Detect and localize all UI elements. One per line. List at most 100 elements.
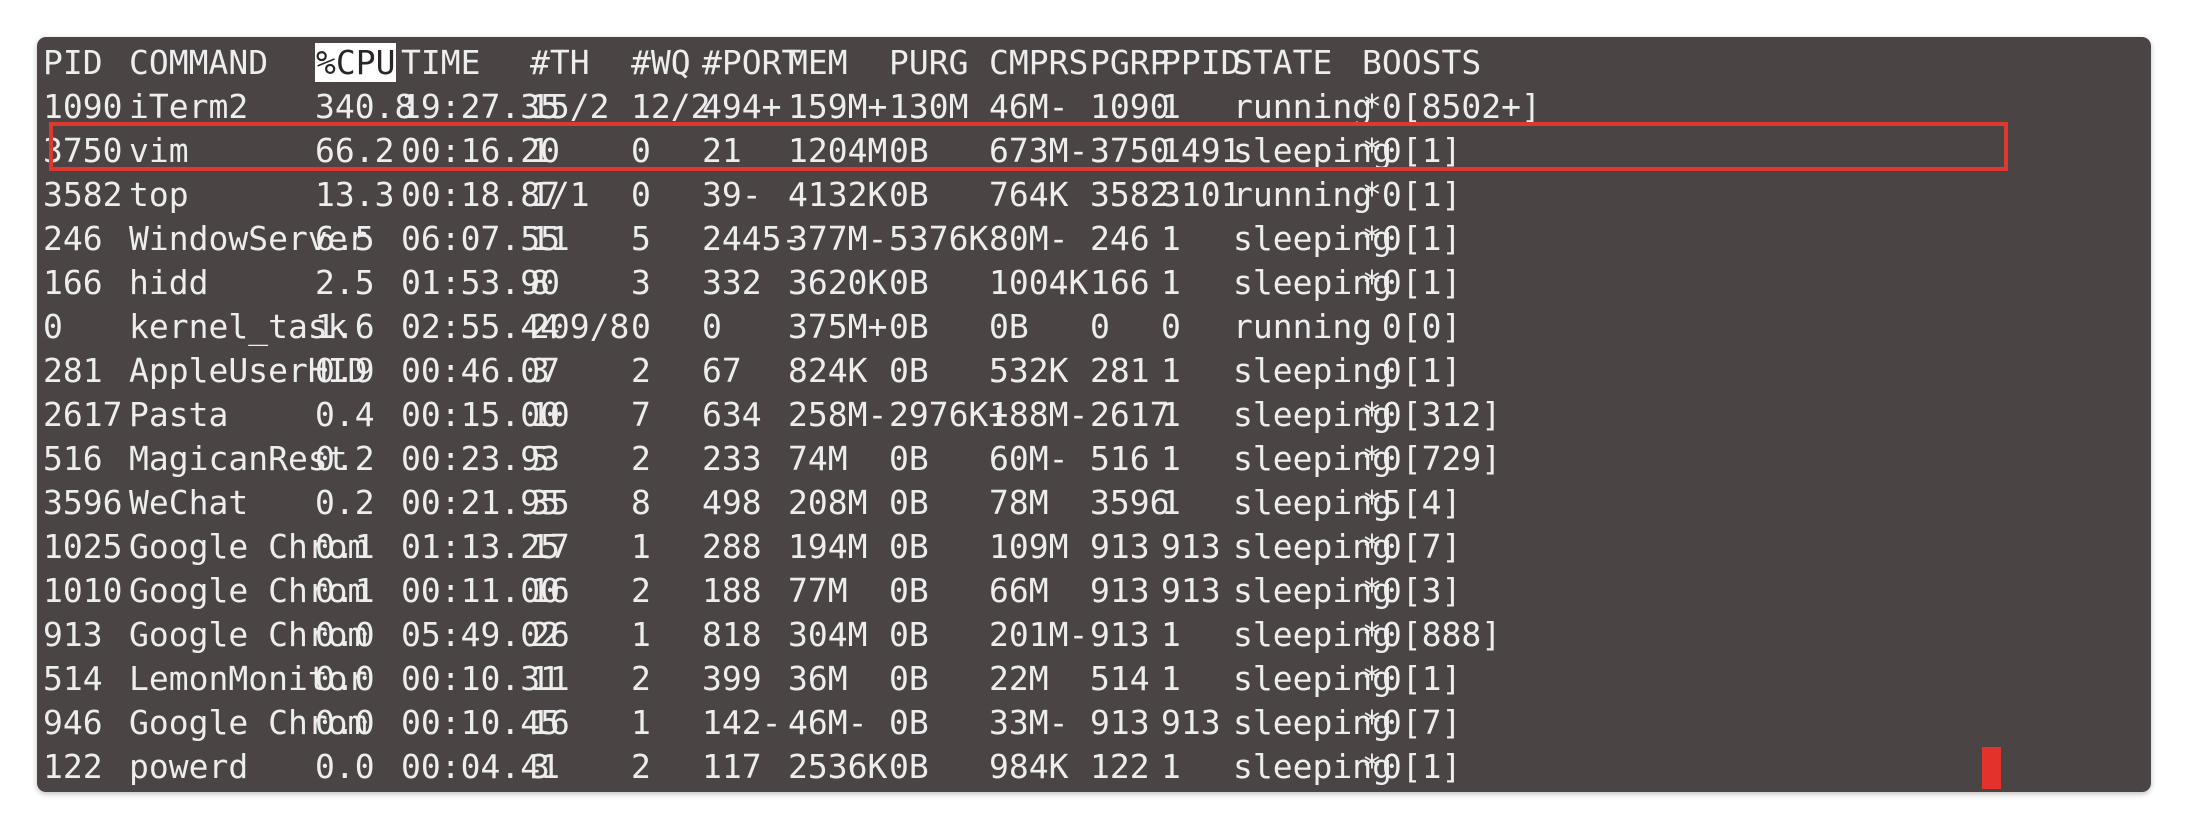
cell-wq: 1 bbox=[631, 527, 651, 566]
cell-ports: 233 bbox=[702, 439, 762, 478]
cell-boosts: *0[888] bbox=[1362, 615, 1502, 654]
cell-threads: 8 bbox=[530, 263, 550, 302]
cell-cpu: 0.0 bbox=[315, 703, 375, 742]
cell-purg: 0B bbox=[889, 175, 929, 214]
cell-purg: 130M bbox=[889, 87, 969, 126]
column-header-ports: #PORT bbox=[702, 43, 802, 82]
cell-purg: 0B bbox=[889, 527, 929, 566]
cell-boosts: *0[7] bbox=[1362, 703, 1462, 742]
cell-boosts: *0[7] bbox=[1362, 527, 1462, 566]
cell-mem: 74M bbox=[788, 439, 848, 478]
cell-pgrp: 281 bbox=[1090, 351, 1150, 390]
cell-cmprs: 532K bbox=[989, 351, 1069, 390]
column-header-pid: PID bbox=[43, 43, 103, 82]
cell-pgrp: 913 bbox=[1090, 615, 1150, 654]
cell-command: vim bbox=[129, 131, 189, 170]
cell-mem: 258M- bbox=[788, 395, 888, 434]
cell-pid: 3582 bbox=[43, 175, 123, 214]
terminal-window[interactable]: PID COMMAND %CPU TIME #TH #WQ #PORT MEM PURG CMPR… bbox=[37, 37, 2151, 792]
cell-mem: 77M bbox=[788, 571, 848, 610]
cell-ppid: 0 bbox=[1161, 307, 1181, 346]
cell-boosts: *0[3] bbox=[1362, 571, 1462, 610]
cell-ppid: 1 bbox=[1161, 395, 1181, 434]
cell-ppid: 913 bbox=[1161, 571, 1221, 610]
cell-ports: 188 bbox=[702, 571, 762, 610]
cell-purg: 5376K bbox=[889, 219, 989, 258]
cell-pid: 3750 bbox=[43, 131, 123, 170]
column-header-mem: MEM bbox=[788, 43, 848, 82]
cell-pgrp: 514 bbox=[1090, 659, 1150, 698]
cell-cpu: 0.2 bbox=[315, 439, 375, 478]
cell-purg: 0B bbox=[889, 351, 929, 390]
cell-threads: 35 bbox=[530, 483, 570, 522]
cell-pid: 1025 bbox=[43, 527, 123, 566]
cell-ports: 399 bbox=[702, 659, 762, 698]
cell-ports: 818 bbox=[702, 615, 762, 654]
cell-boosts: *0[1] bbox=[1362, 175, 1462, 214]
cell-pgrp: 913 bbox=[1090, 527, 1150, 566]
cell-ports: 2445- bbox=[702, 219, 802, 258]
cell-ppid: 3101 bbox=[1161, 175, 1241, 214]
cell-ppid: 1 bbox=[1161, 483, 1181, 522]
cell-threads: 5 bbox=[530, 439, 550, 478]
cell-pgrp: 246 bbox=[1090, 219, 1150, 258]
cell-wq: 2 bbox=[631, 571, 651, 610]
cell-ppid: 1 bbox=[1161, 747, 1181, 786]
cell-mem: 1204M bbox=[788, 131, 888, 170]
cell-pid: 2617 bbox=[43, 395, 123, 434]
cell-mem: 46M- bbox=[788, 703, 868, 742]
cell-mem: 36M bbox=[788, 659, 848, 698]
cell-command: hidd bbox=[129, 263, 209, 302]
cell-purg: 0B bbox=[889, 483, 929, 522]
cell-purg: 0B bbox=[889, 703, 929, 742]
cell-state: running bbox=[1233, 307, 1373, 346]
cell-purg: 0B bbox=[889, 615, 929, 654]
cell-ports: 634 bbox=[702, 395, 762, 434]
cell-pid: 1010 bbox=[43, 571, 123, 610]
cell-pid: 946 bbox=[43, 703, 103, 742]
cell-pid: 122 bbox=[43, 747, 103, 786]
column-header-cpu: %CPU bbox=[315, 41, 397, 85]
cell-state: running bbox=[1233, 175, 1373, 214]
cell-pid: 281 bbox=[43, 351, 103, 390]
cell-pgrp: 913 bbox=[1090, 571, 1150, 610]
cell-boosts: *0[1] bbox=[1362, 263, 1462, 302]
sorted-column-indicator: %CPU bbox=[315, 43, 397, 82]
cell-mem: 304M bbox=[788, 615, 868, 654]
cell-cpu: 6.5 bbox=[315, 219, 375, 258]
cell-mem: 194M bbox=[788, 527, 868, 566]
cell-pgrp: 1090 bbox=[1090, 87, 1170, 126]
cell-pid: 0 bbox=[43, 307, 63, 346]
cell-pgrp: 913 bbox=[1090, 703, 1150, 742]
cell-pid: 246 bbox=[43, 219, 103, 258]
cell-cpu: 0.4 bbox=[315, 395, 375, 434]
cell-wq: 3 bbox=[631, 263, 651, 302]
cell-ports: 117 bbox=[702, 747, 762, 786]
cell-wq: 12/2 bbox=[631, 87, 711, 126]
cell-threads: 11 bbox=[530, 219, 570, 258]
column-header-ppid: PPID bbox=[1161, 43, 1241, 82]
cell-ports: 0 bbox=[702, 307, 722, 346]
cell-purg: 0B bbox=[889, 439, 929, 478]
cell-ports: 67 bbox=[702, 351, 742, 390]
cell-threads: 15/2 bbox=[530, 87, 610, 126]
cell-pgrp: 3582 bbox=[1090, 175, 1170, 214]
column-header-boosts: BOOSTS bbox=[1362, 43, 1482, 82]
cell-cpu: 0.1 bbox=[315, 571, 375, 610]
cell-threads: 3 bbox=[530, 351, 550, 390]
cell-threads: 17 bbox=[530, 527, 570, 566]
cell-threads: 3 bbox=[530, 747, 550, 786]
cell-mem: 2536K bbox=[788, 747, 888, 786]
cell-wq: 2 bbox=[631, 351, 651, 390]
cell-purg: 0B bbox=[889, 263, 929, 302]
cell-mem: 159M+ bbox=[788, 87, 888, 126]
cell-wq: 8 bbox=[631, 483, 651, 522]
cell-cpu: 2.5 bbox=[315, 263, 375, 302]
cell-cmprs: 66M bbox=[989, 571, 1049, 610]
cell-mem: 208M bbox=[788, 483, 868, 522]
cell-boosts: *0[1] bbox=[1362, 219, 1462, 258]
cell-wq: 2 bbox=[631, 747, 651, 786]
cell-cmprs: 984K bbox=[989, 747, 1069, 786]
cell-boosts: *0[1] bbox=[1362, 131, 1462, 170]
cell-cmprs: 22M bbox=[989, 659, 1049, 698]
